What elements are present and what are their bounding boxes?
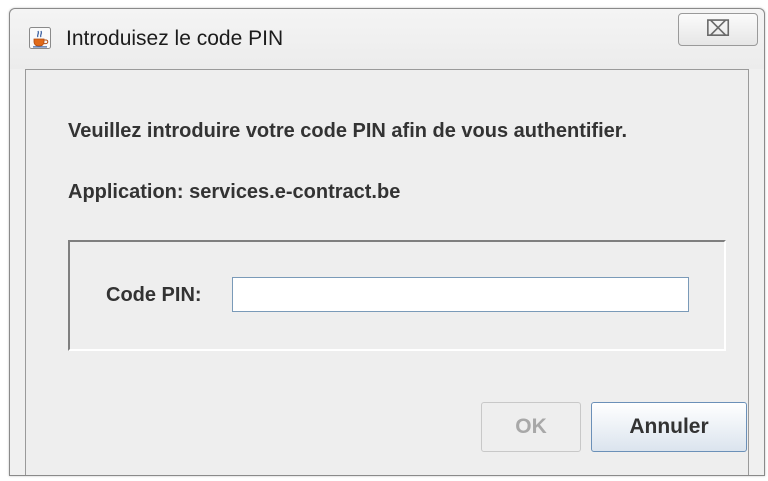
pin-dialog-window: Introduisez le code PIN ⌧ Veuillez intro… <box>9 8 765 476</box>
close-icon: ⌧ <box>705 16 731 41</box>
dialog-content: Veuillez introduire votre code PIN afin … <box>25 69 749 475</box>
ok-button[interactable]: OK <box>481 402 581 452</box>
title-bar[interactable]: Introduisez le code PIN ⌧ <box>10 9 764 69</box>
instruction-message: Veuillez introduire votre code PIN afin … <box>68 120 628 142</box>
cancel-button[interactable]: Annuler <box>591 402 747 452</box>
pin-label: Code PIN: <box>106 284 202 306</box>
pin-entry-panel: Code PIN: <box>68 240 726 351</box>
application-info: Application: services.e-contract.be <box>68 181 401 203</box>
close-button[interactable]: ⌧ <box>678 13 758 46</box>
java-cup-icon <box>29 27 51 49</box>
pin-input[interactable] <box>232 277 689 312</box>
window-title: Introduisez le code PIN <box>66 27 284 50</box>
